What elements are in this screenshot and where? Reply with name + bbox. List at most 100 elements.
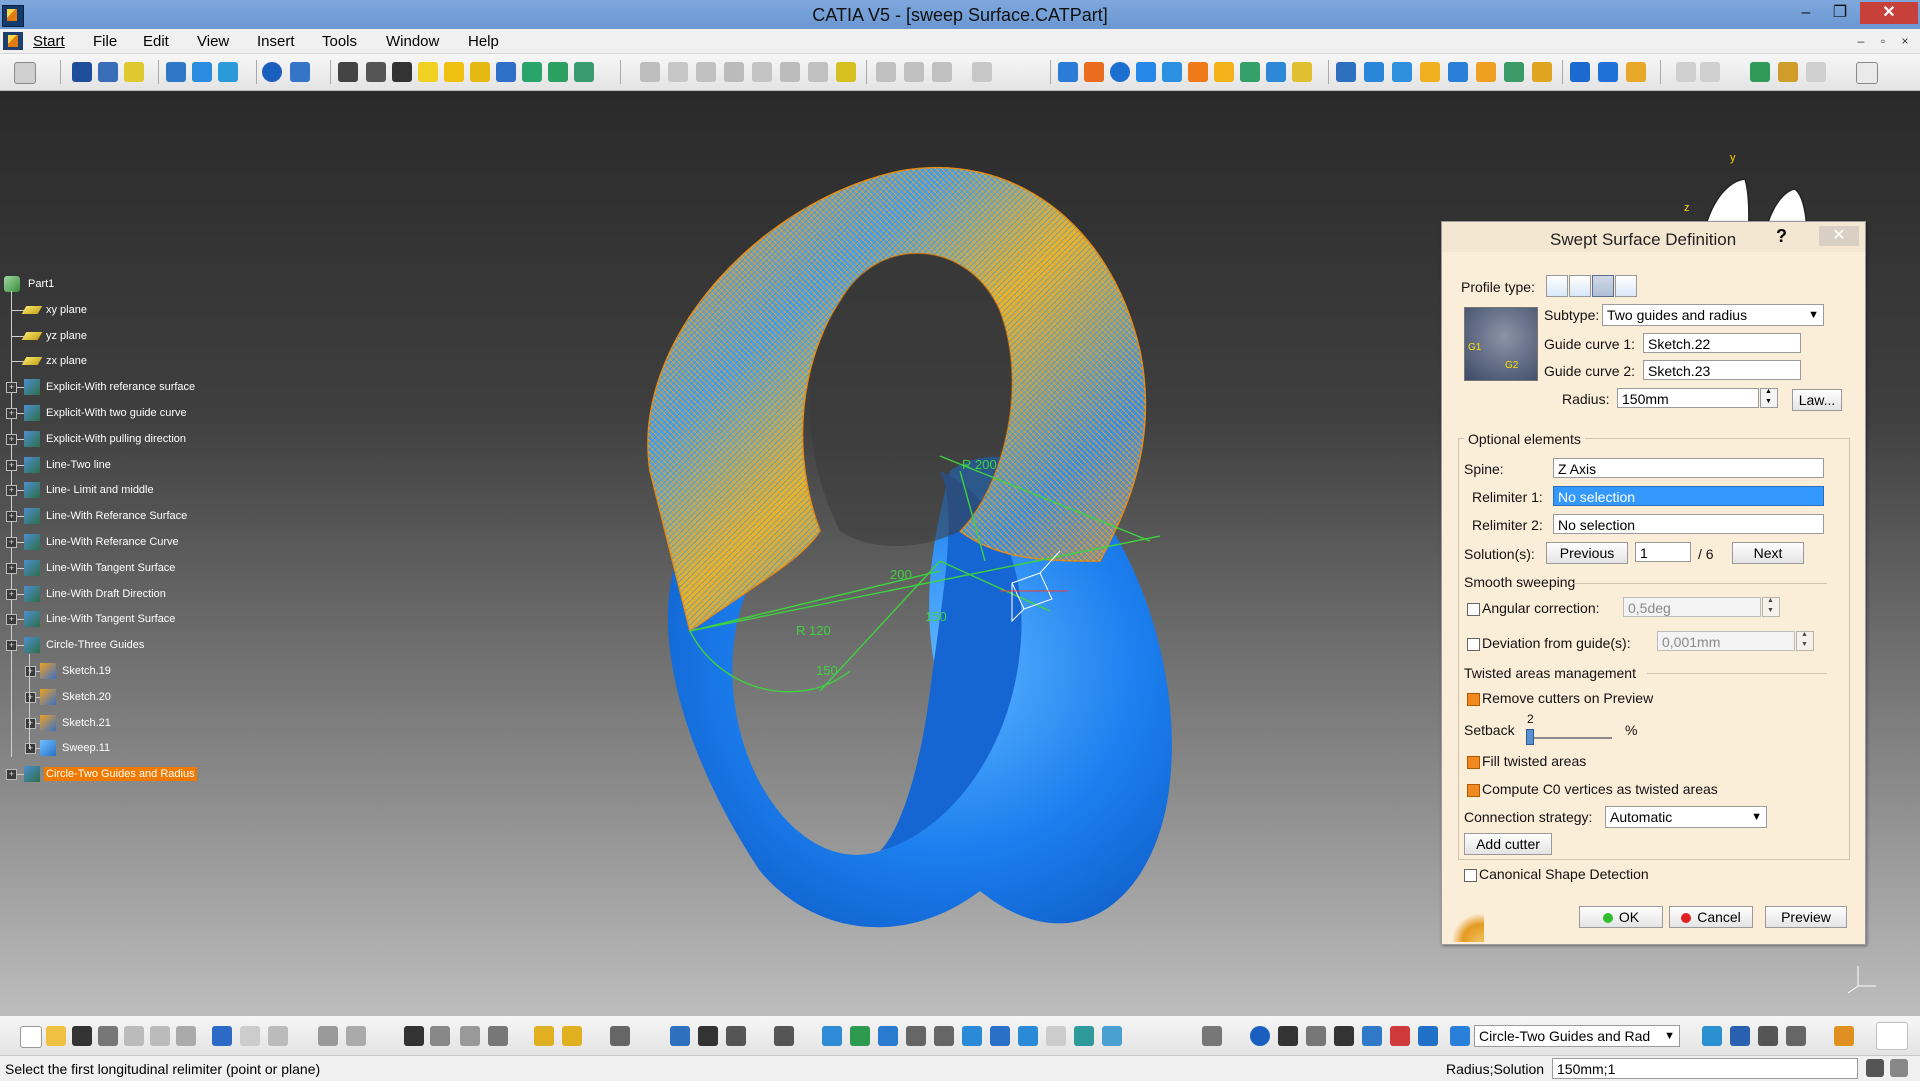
- apply-material-icon[interactable]: [1292, 62, 1312, 82]
- surface-analysis-icon[interactable]: [1214, 62, 1234, 82]
- multi-view-icon[interactable]: [990, 1026, 1010, 1046]
- tree-item[interactable]: + Sketch.19: [0, 662, 240, 680]
- knowledge-advisor-icon[interactable]: [460, 1026, 480, 1046]
- tree-view-icon[interactable]: [1418, 1026, 1438, 1046]
- guide-curve-1-field[interactable]: Sketch.22: [1643, 333, 1801, 353]
- measure-between-icon[interactable]: [670, 1026, 690, 1046]
- expand-icon[interactable]: +: [6, 588, 17, 600]
- cut-icon[interactable]: [124, 1026, 144, 1046]
- profile-conic-icon[interactable]: [1615, 275, 1637, 297]
- menu-start[interactable]: Start: [33, 33, 65, 50]
- zoom-out-icon[interactable]: [934, 1026, 954, 1046]
- expand-icon[interactable]: +: [25, 743, 36, 755]
- expand-icon[interactable]: +: [6, 511, 17, 523]
- deviation-spinner[interactable]: [1796, 631, 1814, 651]
- previous-solution-button[interactable]: Previous: [1546, 542, 1628, 564]
- expand-icon[interactable]: +: [6, 485, 17, 497]
- copy-icon[interactable]: [150, 1026, 170, 1046]
- status-menu-icon[interactable]: [1890, 1059, 1908, 1077]
- comment-icon[interactable]: [346, 1026, 366, 1046]
- guide-curve-2-field[interactable]: Sketch.23: [1643, 360, 1801, 380]
- tree-item[interactable]: + Circle-Three Guides: [0, 636, 240, 654]
- select-arrow-icon[interactable]: [1856, 62, 1878, 84]
- multi-section-icon[interactable]: [522, 62, 542, 82]
- cancel-button[interactable]: Cancel: [1669, 906, 1753, 928]
- help-button[interactable]: ?: [1776, 226, 1787, 247]
- normal-view-icon[interactable]: [962, 1026, 982, 1046]
- expand-icon[interactable]: +: [6, 537, 17, 548]
- axis-system-icon[interactable]: [1336, 62, 1356, 82]
- angular-correction-field[interactable]: 0,5deg: [1623, 597, 1761, 617]
- dialog-close-button[interactable]: ✕: [1819, 226, 1859, 246]
- highlight-lines-icon[interactable]: [1266, 62, 1286, 82]
- tree-item[interactable]: + Explicit-With referance surface: [0, 378, 240, 396]
- tree-item[interactable]: + Sweep.11: [0, 739, 240, 757]
- analysis-icon[interactable]: [488, 1026, 508, 1046]
- cylinder-surface-icon[interactable]: [1136, 62, 1156, 82]
- camera-icon[interactable]: [1202, 1026, 1222, 1046]
- law-icon[interactable]: [1420, 62, 1440, 82]
- intersection-icon[interactable]: [192, 62, 212, 82]
- setback-slider-thumb[interactable]: [1526, 729, 1535, 745]
- menu-tools[interactable]: Tools: [322, 33, 357, 50]
- trim-icon[interactable]: [668, 62, 688, 82]
- measure-item-icon[interactable]: [698, 1026, 718, 1046]
- expand-icon[interactable]: +: [6, 433, 17, 445]
- table-icon[interactable]: [404, 1026, 424, 1046]
- radius-field[interactable]: 150mm: [1617, 388, 1759, 408]
- mdi-close-button[interactable]: ×: [1894, 33, 1916, 49]
- expand-icon[interactable]: +: [6, 408, 17, 419]
- add-cutter-button[interactable]: Add cutter: [1464, 833, 1552, 855]
- sketch-tool-icon[interactable]: [14, 62, 36, 84]
- relimiter-1-field[interactable]: No selection: [1553, 486, 1824, 506]
- hide-show-icon[interactable]: [1676, 62, 1696, 82]
- workbench-icon[interactable]: [1834, 1026, 1854, 1046]
- expand-icon[interactable]: +: [6, 640, 17, 652]
- offset-icon[interactable]: [444, 62, 464, 82]
- swap-space-icon[interactable]: [1074, 1026, 1094, 1046]
- expand-icon[interactable]: +: [6, 562, 17, 574]
- cylinder-icon[interactable]: [418, 62, 438, 82]
- point-icon[interactable]: [72, 62, 92, 82]
- tree-item[interactable]: + Sketch.20: [0, 688, 240, 706]
- hide-show-bottom-icon[interactable]: [1046, 1026, 1066, 1046]
- subtype-combo[interactable]: Two guides and radius ▼: [1602, 304, 1824, 326]
- deviation-checkbox[interactable]: [1467, 638, 1480, 651]
- blend-icon[interactable]: [548, 62, 568, 82]
- law-button[interactable]: Law...: [1792, 389, 1842, 411]
- repetition-icon[interactable]: [1626, 62, 1646, 82]
- ordered-set-icon[interactable]: [1786, 1026, 1806, 1046]
- open-icon[interactable]: [46, 1026, 66, 1046]
- spine-field[interactable]: Z Axis: [1553, 458, 1824, 478]
- catalog-browser-icon[interactable]: [430, 1026, 450, 1046]
- menu-insert[interactable]: Insert: [257, 33, 295, 50]
- catalog-icon[interactable]: [1570, 62, 1590, 82]
- save-icon[interactable]: [72, 1026, 92, 1046]
- rotate-view-icon[interactable]: [878, 1026, 898, 1046]
- join-icon[interactable]: [574, 62, 594, 82]
- reflect-lines-icon[interactable]: [1240, 62, 1260, 82]
- new-icon[interactable]: [20, 1026, 42, 1048]
- expand-icon[interactable]: +: [6, 382, 17, 394]
- command-prompt-field[interactable]: 150mm;1: [1552, 1058, 1858, 1079]
- fit-all-icon[interactable]: [822, 1026, 842, 1046]
- update-icon[interactable]: [534, 1026, 554, 1046]
- sweep-icon[interactable]: [470, 62, 490, 82]
- tree-item[interactable]: + Explicit-With pulling direction: [0, 430, 240, 448]
- constraint-icon[interactable]: [610, 1026, 630, 1046]
- parallel-curve-icon[interactable]: [218, 62, 238, 82]
- tree-item[interactable]: yz plane: [0, 327, 240, 345]
- preview-button[interactable]: Preview: [1765, 906, 1847, 928]
- ok-button[interactable]: OK: [1579, 906, 1663, 928]
- print-icon[interactable]: [98, 1026, 118, 1046]
- grid-icon[interactable]: [904, 62, 924, 82]
- symmetry-icon[interactable]: [932, 62, 952, 82]
- knowledge-icon[interactable]: [1364, 62, 1384, 82]
- formula-icon[interactable]: [318, 1026, 338, 1046]
- sphere-surface-icon[interactable]: [1110, 62, 1130, 82]
- catia-logo-icon[interactable]: [1876, 1022, 1908, 1050]
- undo-icon[interactable]: [212, 1026, 232, 1046]
- expand-icon[interactable]: +: [25, 717, 36, 729]
- tree-item[interactable]: + Line- Limit and middle: [0, 481, 240, 499]
- fillet-icon[interactable]: [752, 62, 772, 82]
